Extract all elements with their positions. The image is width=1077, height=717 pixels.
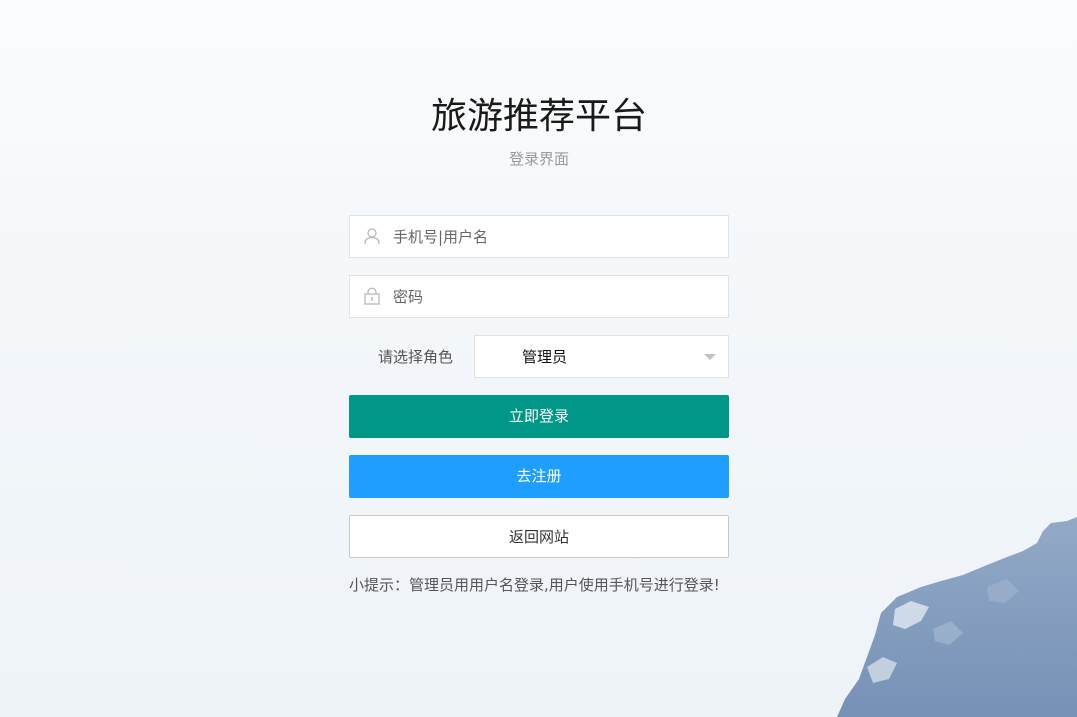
page-title: 旅游推荐平台: [430, 96, 647, 137]
password-field: [349, 275, 729, 318]
page-subtitle: 登录界面: [508, 150, 569, 168]
role-select[interactable]: 管理员: [474, 335, 729, 378]
back-to-site-button[interactable]: 返回网站: [349, 515, 729, 558]
role-selected-value: 管理员: [522, 348, 568, 366]
login-tip: 小提示：管理员用用户名登录,用户使用手机号进行登录!: [349, 576, 720, 594]
username-input[interactable]: [393, 216, 713, 257]
register-button[interactable]: 去注册: [349, 455, 729, 498]
password-input[interactable]: [393, 276, 713, 317]
mountain-background-image: [837, 517, 1077, 717]
role-row: 请选择角色 管理员: [349, 335, 729, 378]
username-field: [349, 215, 729, 258]
lock-icon: [364, 287, 380, 305]
login-panel: 旅游推荐平台 登录界面 请选择角色 管理员 立即登录 去注册 返回网站 小提示：…: [349, 95, 729, 594]
chevron-down-icon: [704, 354, 716, 360]
role-label: 请选择角色: [378, 348, 454, 366]
user-icon: [364, 228, 380, 245]
login-button[interactable]: 立即登录: [349, 395, 729, 438]
